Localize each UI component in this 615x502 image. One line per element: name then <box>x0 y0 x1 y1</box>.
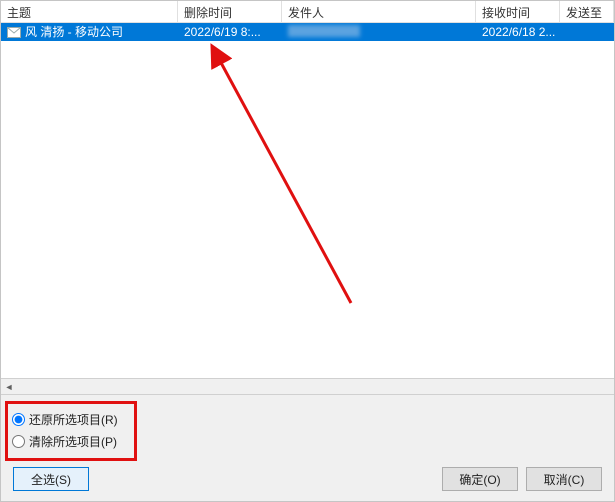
cell-delete-time: 2022/6/19 8:... <box>178 23 282 41</box>
cell-send-to <box>560 23 614 41</box>
mail-icon <box>7 27 21 38</box>
cell-subject: 风 清扬 - 移动公司 <box>25 23 123 41</box>
horizontal-scrollbar[interactable]: ◄ <box>1 378 614 394</box>
button-row: 全选(S) 确定(O) 取消(C) <box>5 461 610 497</box>
action-radio-group: 还原所选项目(R) 清除所选项目(P) <box>5 401 137 461</box>
table-row[interactable]: 风 清扬 - 移动公司 2022/6/19 8:... 2022/6/18 2.… <box>1 23 614 41</box>
col-header-sender[interactable]: 发件人 <box>282 1 476 22</box>
options-panel: 还原所选项目(R) 清除所选项目(P) 全选(S) 确定(O) 取消(C) <box>1 394 614 501</box>
col-header-send-to[interactable]: 发送至 <box>560 1 614 22</box>
radio-restore[interactable]: 还原所选项目(R) <box>12 408 124 430</box>
radio-purge-label: 清除所选项目(P) <box>29 433 117 450</box>
radio-restore-label: 还原所选项目(R) <box>29 411 118 428</box>
radio-restore-input[interactable] <box>12 413 25 426</box>
select-all-button[interactable]: 全选(S) <box>13 467 89 491</box>
item-list[interactable]: 风 清扬 - 移动公司 2022/6/19 8:... 2022/6/18 2.… <box>1 23 614 378</box>
ok-button[interactable]: 确定(O) <box>442 467 518 491</box>
col-header-subject[interactable]: 主题 <box>1 1 178 22</box>
column-header-row: 主题 删除时间 发件人 接收时间 发送至 <box>1 1 614 23</box>
scroll-left-icon[interactable]: ◄ <box>1 379 17 395</box>
col-header-delete-time[interactable]: 删除时间 <box>178 1 282 22</box>
cancel-button[interactable]: 取消(C) <box>526 467 602 491</box>
radio-purge[interactable]: 清除所选项目(P) <box>12 430 124 452</box>
cell-receive-time: 2022/6/18 2... <box>476 23 560 41</box>
recover-items-window: 主题 删除时间 发件人 接收时间 发送至 风 清扬 - 移动公司 2022/6/… <box>0 0 615 502</box>
radio-purge-input[interactable] <box>12 435 25 448</box>
col-header-receive-time[interactable]: 接收时间 <box>476 1 560 22</box>
cell-sender <box>282 23 476 41</box>
annotation-arrow <box>1 23 614 378</box>
